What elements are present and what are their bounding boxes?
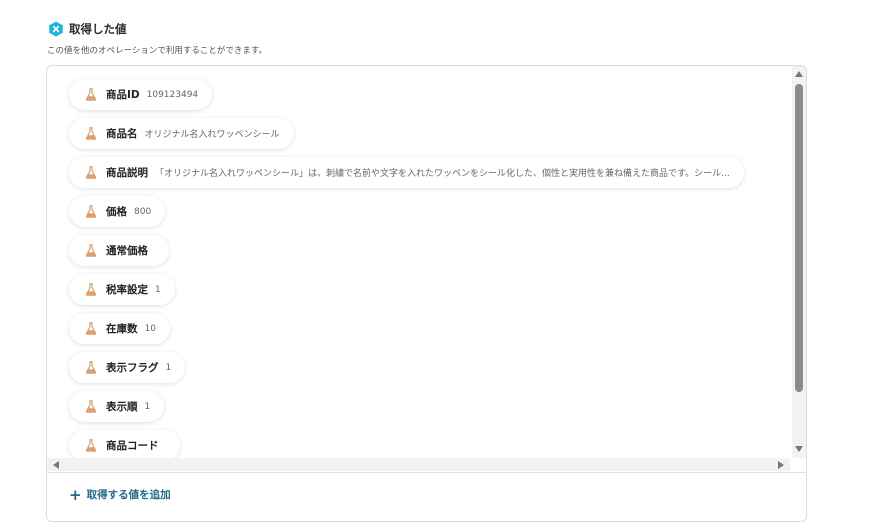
- field-value: 109123494: [146, 89, 199, 100]
- field-chip-stock[interactable]: 在庫数 10: [69, 313, 170, 344]
- field-label: 在庫数: [106, 323, 138, 335]
- field-value: 1: [155, 284, 161, 295]
- field-chip-product-name[interactable]: 商品名 オリジナル名入れワッペンシール: [69, 118, 294, 149]
- values-list: 商品ID 109123494 商品名 オリジナル名入れワッペンシール 商品説明 …: [47, 66, 790, 458]
- field-label: 商品コード: [106, 440, 159, 452]
- field-label: 通常価格: [106, 245, 148, 257]
- scroll-up-arrow-icon[interactable]: [795, 71, 803, 77]
- field-label: 商品説明: [106, 167, 148, 179]
- field-value: 1: [144, 401, 151, 412]
- flask-icon: [85, 322, 97, 335]
- field-chip-tax-rate[interactable]: 税率設定 1: [69, 274, 175, 305]
- field-chip-regular-price[interactable]: 通常価格: [69, 235, 169, 266]
- flask-icon: [85, 166, 97, 179]
- plus-icon: +: [69, 485, 82, 504]
- field-label: 表示順: [106, 401, 138, 413]
- field-value: 1: [165, 362, 172, 373]
- field-chip-display-flag[interactable]: 表示フラグ 1: [69, 352, 186, 383]
- section-header: 取得した値: [48, 20, 127, 38]
- vertical-scrollbar[interactable]: [792, 66, 806, 458]
- scroll-right-arrow-icon[interactable]: [778, 461, 784, 469]
- field-chip-display-order[interactable]: 表示順 1: [69, 391, 165, 422]
- panel-divider: [47, 472, 806, 473]
- field-label: 商品名: [106, 128, 138, 140]
- scroll-down-arrow-icon[interactable]: [795, 446, 803, 452]
- field-value: 10: [144, 323, 156, 334]
- flask-icon: [85, 244, 97, 257]
- scroll-left-arrow-icon[interactable]: [53, 461, 59, 469]
- field-value: 「オリジナル名入れワッペンシール」は、刺繍で名前や文字を入れたワッペンをシール化…: [155, 169, 730, 179]
- field-chip-product-description[interactable]: 商品説明 「オリジナル名入れワッペンシール」は、刺繍で名前や文字を入れたワッペン…: [69, 157, 744, 188]
- add-value-button[interactable]: + 取得する値を追加: [69, 487, 171, 502]
- field-chip-product-id[interactable]: 商品ID 109123494: [69, 79, 213, 110]
- horizontal-scrollbar[interactable]: [47, 458, 790, 471]
- flask-icon: [85, 439, 97, 452]
- section-description: この値を他のオペレーションで利用することができます。: [47, 46, 267, 56]
- field-chip-product-code[interactable]: 商品コード: [69, 430, 180, 458]
- hexagon-x-icon: [49, 21, 63, 37]
- flask-icon: [85, 283, 97, 296]
- flask-icon: [85, 127, 97, 140]
- field-label: 表示フラグ: [106, 362, 159, 374]
- flask-icon: [85, 205, 97, 218]
- section-title: 取得した値: [69, 22, 127, 36]
- vertical-scroll-thumb[interactable]: [795, 84, 803, 392]
- field-label: 税率設定: [106, 284, 148, 296]
- field-chip-price[interactable]: 価格 800: [69, 196, 166, 227]
- flask-icon: [85, 400, 97, 413]
- field-value: 800: [134, 206, 152, 217]
- flask-icon: [85, 361, 97, 374]
- field-label: 商品ID: [106, 89, 140, 101]
- values-panel: 商品ID 109123494 商品名 オリジナル名入れワッペンシール 商品説明 …: [46, 65, 807, 522]
- add-value-label: 取得する値を追加: [86, 489, 171, 501]
- field-label: 価格: [106, 206, 127, 218]
- field-value: オリジナル名入れワッペンシール: [144, 130, 280, 140]
- flask-icon: [85, 88, 97, 101]
